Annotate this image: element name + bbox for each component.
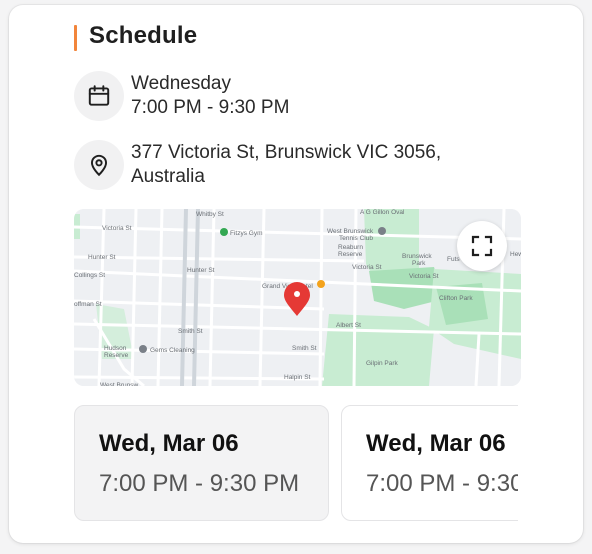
svg-text:West Brunsw: West Brunsw: [100, 382, 138, 386]
svg-text:Reaburn: Reaburn: [338, 244, 363, 251]
map-fullscreen-button[interactable]: [457, 221, 507, 271]
svg-text:Clifton Park: Clifton Park: [439, 295, 473, 302]
title-accent-bar: [74, 25, 77, 51]
svg-text:Brunswick: Brunswick: [402, 253, 432, 260]
section-title: Schedule: [89, 22, 198, 49]
svg-text:Halpin St: Halpin St: [284, 374, 311, 381]
slot-day: Wed, Mar 06: [99, 430, 239, 457]
schedule-day: Wednesday: [131, 73, 231, 94]
svg-text:Gems Cleaning: Gems Cleaning: [150, 347, 195, 354]
svg-text:Gilpin Park: Gilpin Park: [366, 360, 399, 367]
svg-text:Tennis Club: Tennis Club: [339, 235, 373, 242]
svg-text:Albert St: Albert St: [336, 322, 361, 329]
svg-text:Victoria St: Victoria St: [352, 264, 382, 271]
calendar-icon: [74, 71, 124, 121]
expand-icon: [471, 235, 493, 257]
svg-text:Smith St: Smith St: [292, 345, 317, 352]
svg-text:Reserve: Reserve: [104, 352, 129, 359]
location-pin-icon: [74, 140, 124, 190]
svg-text:A G Gillon Oval: A G Gillon Oval: [360, 209, 405, 216]
address-line-1: 377 Victoria St, Brunswick VIC 3056,: [131, 142, 442, 163]
svg-text:offman St: offman St: [74, 301, 102, 308]
time-slot-strip[interactable]: Wed, Mar 06 7:00 PM - 9:30 PM Wed, Mar 0…: [74, 405, 518, 523]
svg-text:Smith St: Smith St: [178, 328, 203, 335]
svg-text:Hunter St: Hunter St: [187, 267, 215, 274]
svg-text:Fitzys Gym: Fitzys Gym: [230, 230, 263, 237]
svg-text:Reserve: Reserve: [338, 251, 363, 258]
time-slot-card[interactable]: Wed, Mar 06 7:00 PM - 9:30 PM: [74, 405, 329, 521]
slot-day: Wed, Mar 06: [366, 430, 506, 457]
svg-text:Victoria St: Victoria St: [409, 273, 439, 280]
slot-time: 7:00 PM - 9:30 PM: [99, 470, 300, 497]
svg-text:Hunter St: Hunter St: [88, 254, 116, 261]
svg-text:Hudson: Hudson: [104, 345, 127, 352]
schedule-time: 7:00 PM - 9:30 PM: [131, 97, 290, 118]
svg-text:Hew: Hew: [510, 251, 521, 258]
map-label: Victoria St: [102, 225, 132, 232]
svg-text:West Brunswick: West Brunswick: [327, 228, 374, 235]
time-slot-card[interactable]: Wed, Mar 06 7:00 PM - 9:30 PM: [341, 405, 518, 521]
svg-text:Whitby St: Whitby St: [196, 211, 224, 218]
svg-text:Park: Park: [412, 260, 426, 267]
location-map[interactable]: Victoria St Whitby St Hunter St Hunter S…: [74, 209, 521, 386]
svg-text:Collings St: Collings St: [74, 272, 105, 279]
svg-text:Futs: Futs: [447, 256, 460, 263]
address-line-2: Australia: [131, 166, 205, 187]
slot-time: 7:00 PM - 9:30 PM: [366, 470, 518, 497]
